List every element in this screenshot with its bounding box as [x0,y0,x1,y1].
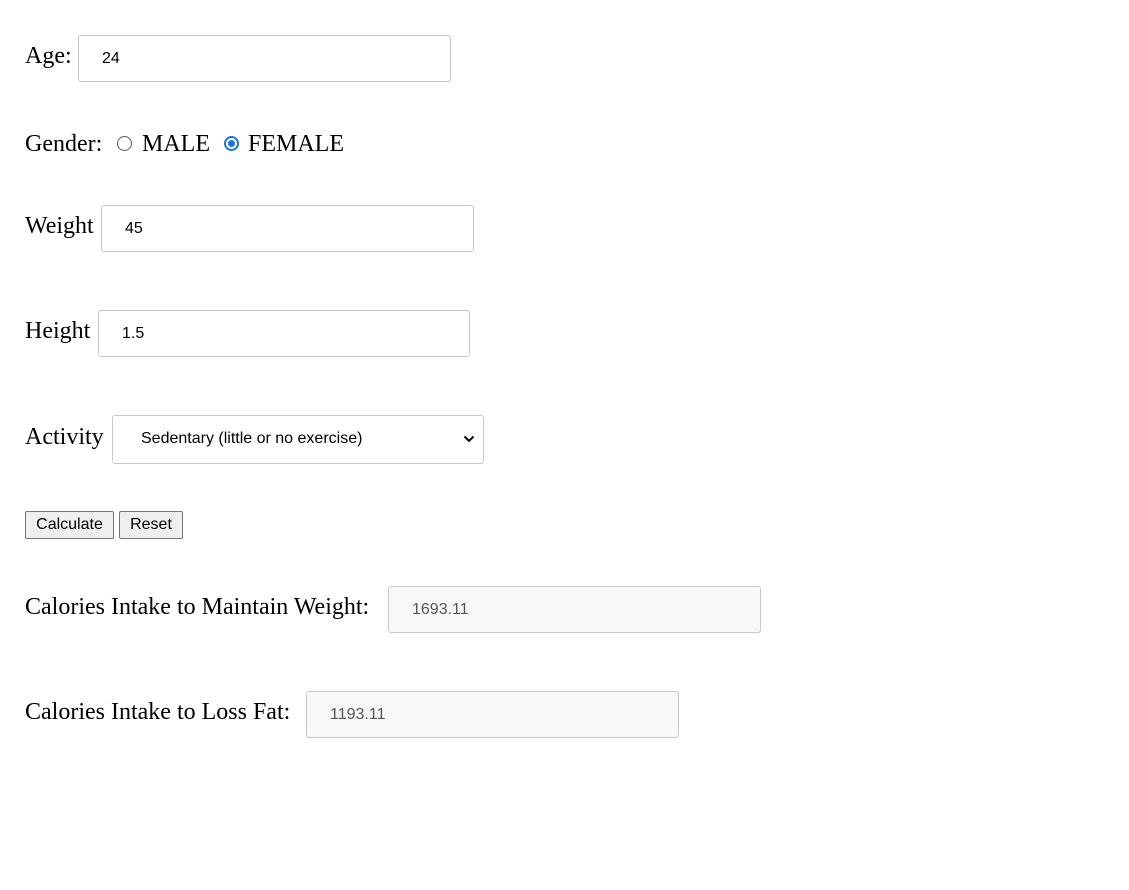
weight-label: Weight [25,213,94,239]
activity-select-value: Sedentary (little or no exercise) [141,430,363,447]
maintain-calories-output[interactable] [388,586,761,633]
loss-calories-output[interactable] [306,691,679,738]
calculate-button[interactable]: Calculate [25,511,114,539]
height-input[interactable] [98,310,470,357]
chevron-down-icon [463,435,475,443]
height-label: Height [25,318,91,344]
age-input[interactable] [78,35,451,82]
activity-label: Activity [25,424,104,450]
reset-button[interactable]: Reset [119,511,183,539]
weight-input[interactable] [101,205,474,252]
gender-male-radio[interactable] [117,136,132,151]
age-label: Age: [25,43,72,69]
loss-calories-label: Calories Intake to Loss Fat: [25,699,291,725]
activity-select[interactable]: Sedentary (little or no exercise) [112,415,484,464]
gender-label: Gender: [25,131,103,157]
gender-female-radio[interactable] [224,136,239,151]
gender-male-label[interactable]: MALE [142,130,210,158]
gender-female-label[interactable]: FEMALE [248,130,344,158]
maintain-calories-label: Calories Intake to Maintain Weight: [25,594,370,620]
